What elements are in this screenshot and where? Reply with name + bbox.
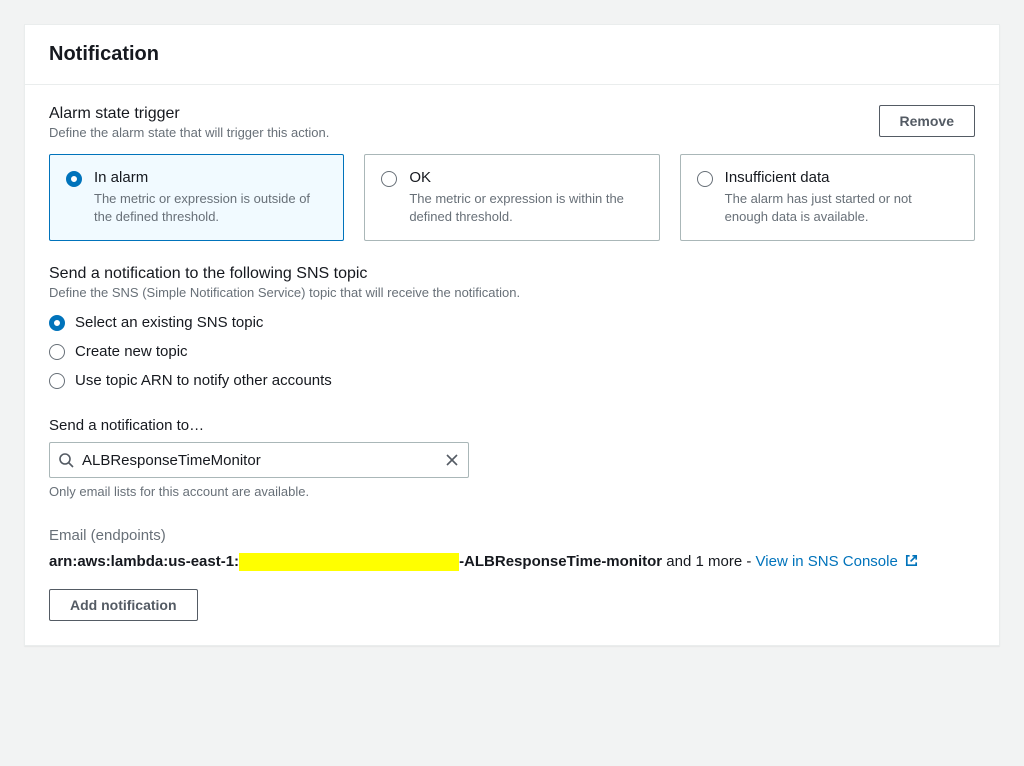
trigger-option-desc: The metric or expression is within the d… (409, 190, 642, 226)
radio-icon (697, 171, 713, 187)
trigger-option-desc: The alarm has just started or not enough… (725, 190, 958, 226)
trigger-option-desc: The metric or expression is outside of t… (94, 190, 327, 226)
trigger-option-title: Insufficient data (725, 169, 958, 186)
panel-body: Alarm state trigger Define the alarm sta… (25, 85, 999, 645)
send-to-hint: Only email lists for this account are av… (49, 484, 975, 499)
sns-options: Select an existing SNS topic Create new … (49, 308, 975, 395)
redacted-account-id (239, 553, 459, 571)
sns-option-label: Use topic ARN to notify other accounts (75, 372, 332, 389)
card-body: Insufficient data The alarm has just sta… (725, 169, 958, 226)
clear-icon[interactable] (444, 452, 460, 468)
more-text: and 1 more - (662, 553, 755, 570)
arn-line: arn:aws:lambda:us-east-1: -ALBResponseTim… (49, 548, 975, 575)
sns-option-create[interactable]: Create new topic (49, 337, 975, 366)
trigger-options: In alarm The metric or expression is out… (49, 154, 975, 241)
card-body: OK The metric or expression is within th… (409, 169, 642, 226)
email-endpoints: Email (endpoints) arn:aws:lambda:us-east… (49, 527, 975, 621)
trigger-title: Alarm state trigger (49, 105, 329, 123)
search-icon (58, 452, 74, 468)
card-body: In alarm The metric or expression is out… (94, 169, 327, 226)
sns-option-arn[interactable]: Use topic ARN to notify other accounts (49, 366, 975, 395)
link-text: View in SNS Console (756, 553, 898, 570)
sns-description: Define the SNS (Simple Notification Serv… (49, 285, 975, 300)
trigger-option-title: OK (409, 169, 642, 186)
sns-option-existing[interactable]: Select an existing SNS topic (49, 308, 975, 337)
remove-button[interactable]: Remove (879, 105, 975, 137)
arn-suffix: -ALBResponseTime-monitor (459, 553, 662, 570)
notification-panel: Notification Alarm state trigger Define … (24, 24, 1000, 646)
panel-title: Notification (49, 43, 975, 66)
send-to-input[interactable] (82, 452, 436, 469)
email-label: Email (endpoints) (49, 527, 975, 544)
sns-option-label: Create new topic (75, 343, 188, 360)
trigger-description: Define the alarm state that will trigger… (49, 125, 329, 140)
radio-icon (49, 315, 65, 331)
trigger-heading-group: Alarm state trigger Define the alarm sta… (49, 105, 329, 154)
sns-title: Send a notification to the following SNS… (49, 265, 975, 283)
trigger-option-title: In alarm (94, 169, 327, 186)
add-notification-button[interactable]: Add notification (49, 589, 198, 621)
trigger-option-in-alarm[interactable]: In alarm The metric or expression is out… (49, 154, 344, 241)
view-sns-console-link[interactable]: View in SNS Console (756, 553, 919, 570)
radio-icon (49, 344, 65, 360)
add-notification-wrap: Add notification (49, 589, 975, 621)
radio-icon (381, 171, 397, 187)
panel-header: Notification (25, 25, 999, 85)
arn-prefix: arn:aws:lambda:us-east-1: (49, 553, 239, 570)
send-to-label: Send a notification to… (49, 417, 975, 434)
trigger-option-ok[interactable]: OK The metric or expression is within th… (364, 154, 659, 241)
trigger-header-row: Alarm state trigger Define the alarm sta… (49, 105, 975, 154)
radio-icon (66, 171, 82, 187)
sns-option-label: Select an existing SNS topic (75, 314, 263, 331)
send-to-combobox[interactable] (49, 442, 469, 478)
radio-icon (49, 373, 65, 389)
external-link-icon (904, 553, 919, 568)
trigger-option-insufficient-data[interactable]: Insufficient data The alarm has just sta… (680, 154, 975, 241)
